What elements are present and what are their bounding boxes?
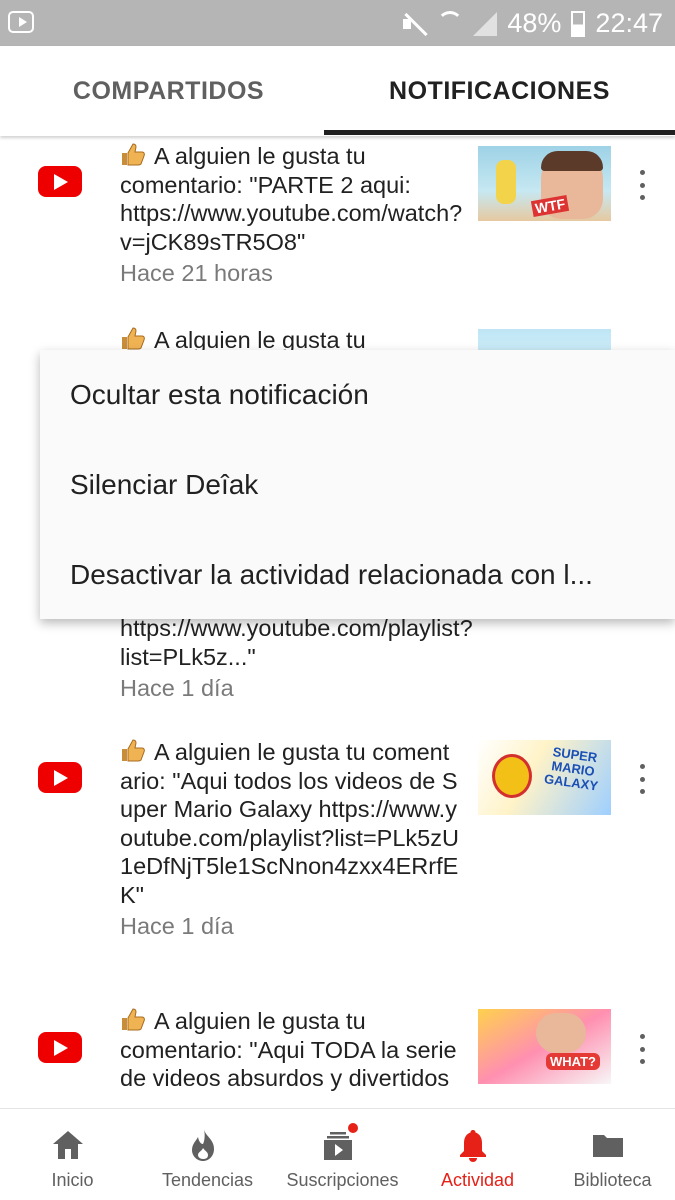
notification-message: A alguien le gusta tu comentario: "Aqui …: [120, 1008, 457, 1091]
nav-suscripciones[interactable]: Suscripciones: [270, 1109, 405, 1200]
notification-dot: [346, 1121, 360, 1135]
notification-item[interactable]: A alguien le gusta tu comentario: "Aqui …: [0, 1004, 675, 1108]
notification-list[interactable]: A alguien le gusta tu comentario: "PARTE…: [0, 136, 675, 1108]
notification-options-menu: Ocultar esta notificación Silenciar Deîa…: [40, 350, 675, 619]
more-options-icon[interactable]: [630, 1034, 654, 1064]
youtube-logo-icon: [38, 166, 82, 197]
battery-icon: [571, 10, 586, 37]
wifi-icon: [437, 10, 464, 37]
bell-icon: [459, 1130, 486, 1162]
status-bar: 48% 22:47: [0, 0, 675, 46]
notification-text: A alguien le gusta tu comentario: "Aqui …: [120, 738, 460, 941]
thumbs-up-icon: [122, 143, 145, 166]
signal-icon: [473, 11, 498, 36]
nav-label: Biblioteca: [573, 1170, 652, 1190]
home-icon: [52, 1131, 83, 1159]
nav-label: Tendencias: [161, 1170, 254, 1190]
notification-item[interactable]: A alguien le gusta tu comentario: "Aqui …: [0, 734, 675, 994]
nav-label: Suscripciones: [286, 1170, 399, 1190]
thumbs-up-icon: [122, 327, 145, 350]
notification-text-continued: https://www.youtube.com/playlist?list=PL…: [120, 614, 473, 703]
clock: 22:47: [595, 8, 663, 38]
tab-notificaciones[interactable]: NOTIFICACIONES: [324, 46, 675, 136]
bee-mario-figure: [492, 754, 532, 798]
video-thumbnail[interactable]: WTF: [478, 146, 611, 221]
fire-icon: [191, 1129, 214, 1161]
menu-item-hide-notification[interactable]: Ocultar esta notificación: [70, 350, 655, 440]
nav-actividad[interactable]: Actividad: [405, 1109, 540, 1200]
notification-time: Hace 1 día: [120, 675, 234, 701]
more-options-icon[interactable]: [630, 764, 654, 794]
notification-message: A alguien le gusta tu comentario: "PARTE…: [120, 143, 463, 255]
nav-tendencias[interactable]: Tendencias: [135, 1109, 270, 1200]
status-right: 48% 22:47: [401, 8, 663, 39]
tab-compartidos[interactable]: COMPARTIDOS: [0, 46, 337, 136]
notification-message: A alguien le gusta tu comentario: "Aqui …: [120, 739, 459, 908]
youtube-notification-icon: [8, 11, 34, 33]
nav-biblioteca[interactable]: Biblioteca: [540, 1109, 675, 1200]
notification-time: Hace 21 horas: [120, 260, 273, 286]
notification-message: https://www.youtube.com/playlist?list=PL…: [120, 615, 473, 670]
thumbnail-text: WHAT?: [546, 1053, 600, 1070]
nav-inicio[interactable]: Inicio: [0, 1109, 135, 1200]
bottom-navigation: Inicio Tendencias Suscripciones Activida…: [0, 1108, 675, 1200]
mute-icon: [401, 11, 427, 37]
thumbs-up-icon: [122, 739, 145, 762]
battery-percent: 48%: [507, 8, 562, 38]
folder-icon: [592, 1135, 623, 1157]
video-thumbnail[interactable]: WHAT?: [478, 1009, 611, 1084]
video-thumbnail[interactable]: SUPER MARIO GALAXY: [478, 740, 611, 815]
tab-bar: COMPARTIDOS NOTIFICACIONES: [0, 46, 675, 136]
menu-item-disable-related-activity[interactable]: Desactivar la actividad relacionada con …: [70, 530, 655, 620]
notification-text: A alguien le gusta tu comentario: "PARTE…: [120, 142, 463, 288]
thumbnail-face: [536, 1013, 586, 1053]
youtube-logo-icon: [38, 762, 82, 793]
nav-label: Actividad: [440, 1170, 515, 1190]
notification-time: Hace 1 día: [120, 913, 234, 939]
notification-text: A alguien le gusta tu comentario: "Aqui …: [120, 1007, 460, 1093]
notification-item[interactable]: A alguien le gusta tu comentario: "PARTE…: [0, 136, 675, 326]
thumbnail-text: SUPER MARIO GALAXY: [543, 744, 599, 794]
thumbs-up-icon: [122, 1008, 145, 1031]
more-options-icon[interactable]: [630, 170, 654, 200]
nav-label: Inicio: [51, 1170, 94, 1190]
youtube-logo-icon: [38, 1032, 82, 1063]
active-tab-indicator: [324, 130, 675, 135]
menu-item-mute-channel[interactable]: Silenciar Deîak: [70, 440, 655, 530]
cartoon-figure: [496, 160, 516, 204]
